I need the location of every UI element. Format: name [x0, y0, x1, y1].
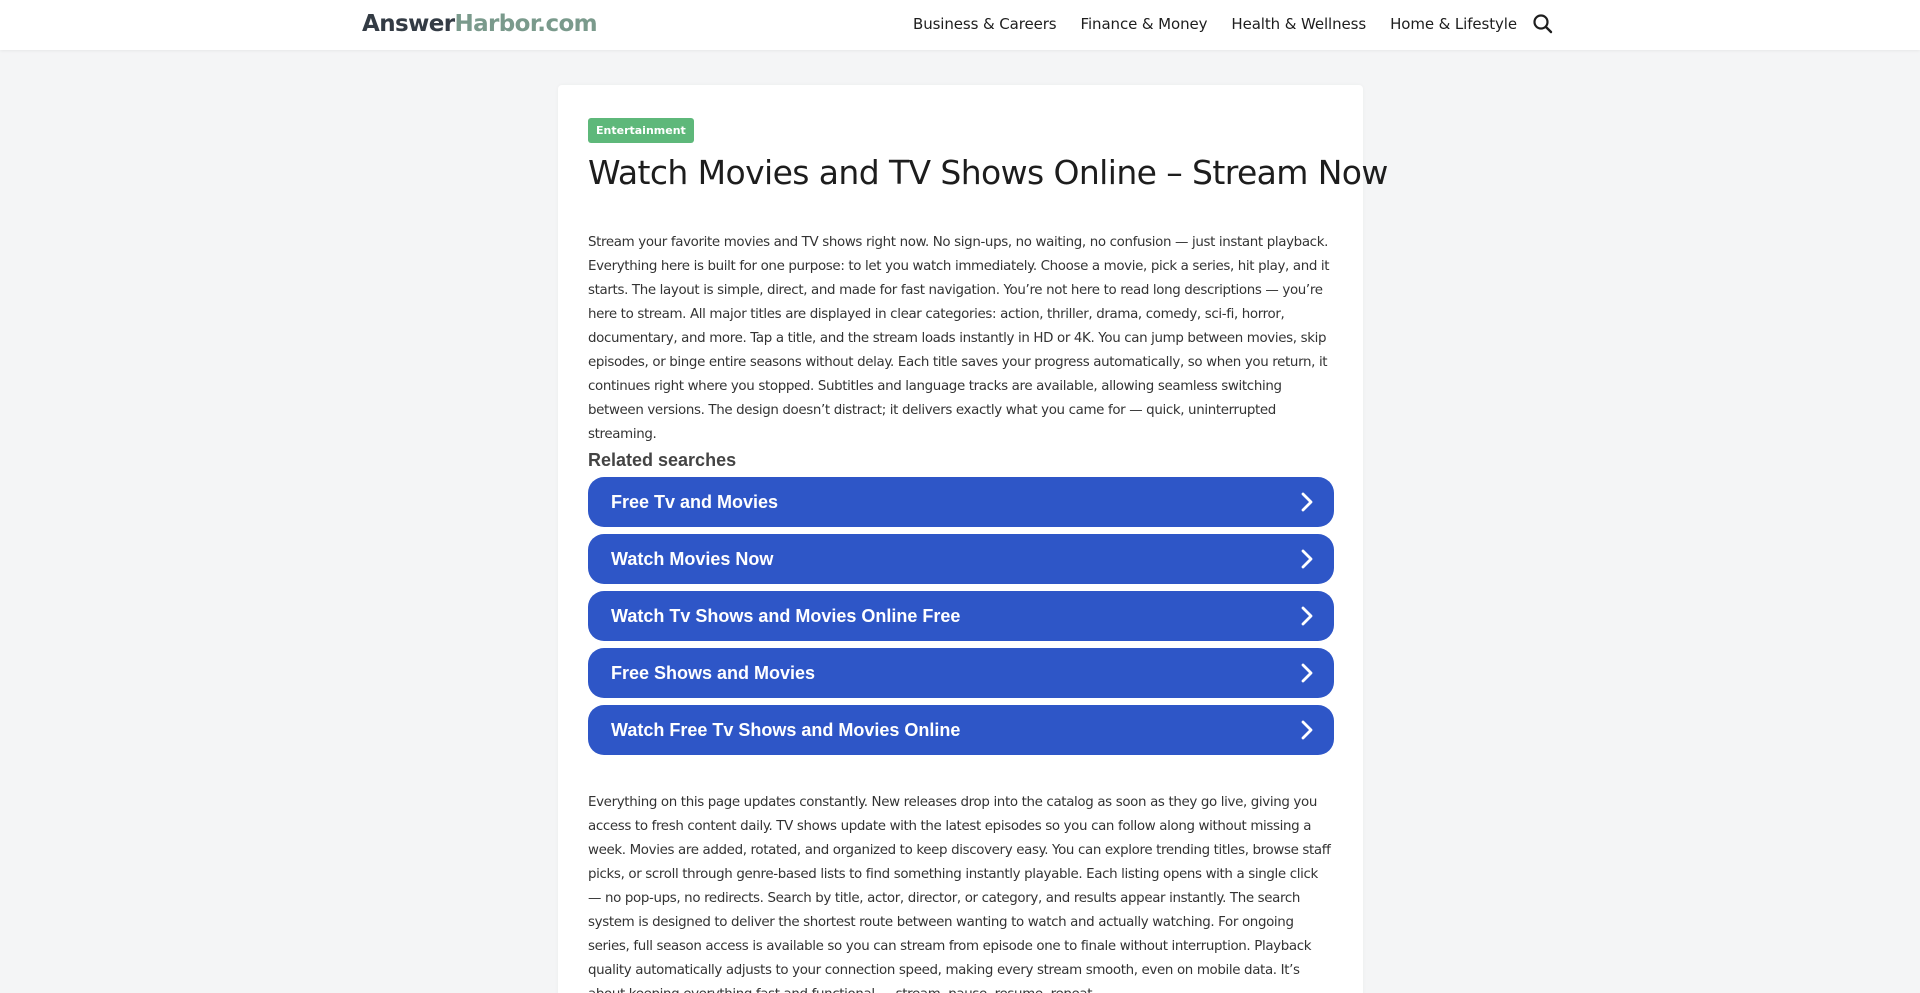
intro-paragraph: Stream your favorite movies and TV shows…	[588, 235, 1330, 442]
article-card: Entertainment Watch Movies and TV Shows …	[558, 85, 1388, 993]
related-search-button[interactable]: Watch Movies Now	[588, 534, 1334, 584]
nav-link-home-lifestyle[interactable]: Home & Lifestyle	[1390, 15, 1517, 33]
related-search-label: Free Shows and Movies	[611, 662, 816, 683]
search-icon	[1533, 14, 1553, 34]
logo-text-accent: Harbor.com	[454, 11, 598, 37]
article-title: Watch Movies and TV Shows Online – Strea…	[588, 153, 1388, 192]
related-search-button[interactable]: Free Shows and Movies	[588, 648, 1334, 698]
top-navigation-bar: AnswerHarbor.com Business & Careers Fina…	[0, 0, 1920, 50]
related-search-label: Watch Free Tv Shows and Movies Online	[611, 719, 961, 740]
nav-link-finance-money[interactable]: Finance & Money	[1081, 15, 1208, 33]
site-logo[interactable]: AnswerHarbor.com	[362, 11, 598, 37]
logo-text-primary: Answer	[362, 11, 455, 37]
chevron-right-icon	[1301, 549, 1313, 569]
category-badge[interactable]: Entertainment	[588, 118, 694, 143]
related-search-label: Free Tv and Movies	[611, 491, 779, 512]
nav-link-health-wellness[interactable]: Health & Wellness	[1231, 15, 1366, 33]
chevron-right-icon	[1301, 663, 1313, 683]
chevron-right-icon	[1301, 606, 1313, 626]
related-search-label: Watch Tv Shows and Movies Online Free	[611, 605, 961, 626]
related-search-button[interactable]: Free Tv and Movies	[588, 477, 1334, 527]
related-searches-list: Free Tv and Movies Watch Movies Now Watc…	[588, 477, 1334, 762]
related-search-label: Watch Movies Now	[611, 548, 774, 569]
nav-link-business-careers[interactable]: Business & Careers	[913, 15, 1057, 33]
related-search-button[interactable]: Watch Free Tv Shows and Movies Online	[588, 705, 1334, 755]
body-paragraph: Everything on this page updates constant…	[588, 795, 1331, 993]
chevron-right-icon	[1301, 492, 1313, 512]
search-button[interactable]	[1531, 12, 1555, 36]
related-search-button[interactable]: Watch Tv Shows and Movies Online Free	[588, 591, 1334, 641]
chevron-right-icon	[1301, 720, 1313, 740]
related-searches-heading: Related searches	[588, 450, 737, 470]
main-nav: Business & Careers Finance & Money Healt…	[913, 15, 1517, 33]
